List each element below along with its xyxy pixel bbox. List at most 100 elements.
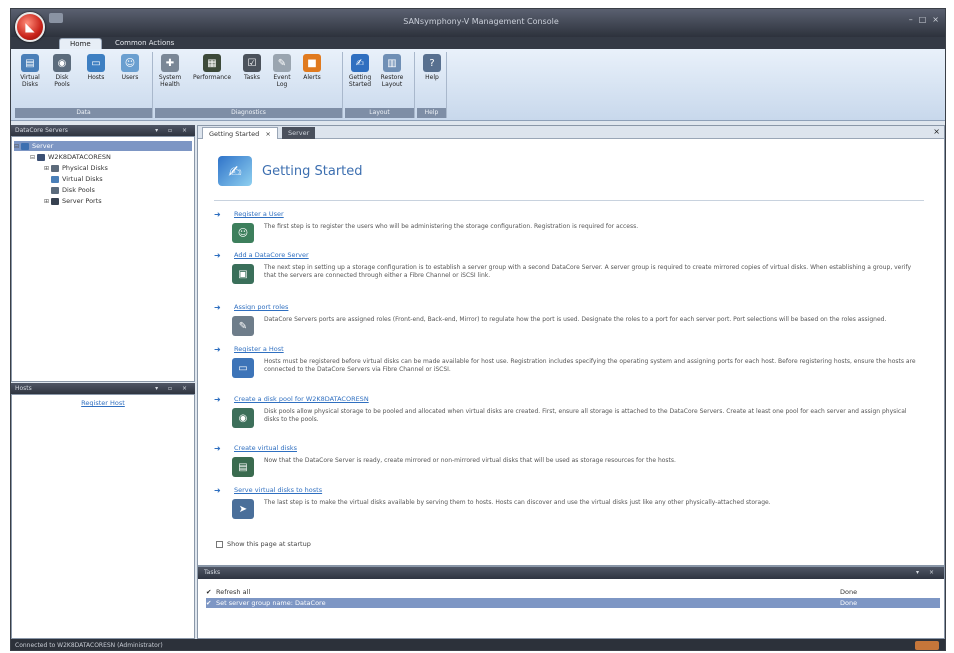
- step-link[interactable]: Create virtual disks: [234, 444, 297, 452]
- show-at-startup-checkbox[interactable]: [216, 540, 223, 548]
- tree-item-label: Server Ports: [62, 197, 102, 205]
- tree-item-label: W2K8DATACORESN: [48, 153, 111, 161]
- tree-item-label: Server: [32, 142, 54, 150]
- tasks-panel-header: Tasks ▾ ×: [198, 567, 944, 579]
- event-log-button[interactable]: ✎ Event Log: [271, 54, 293, 88]
- ribbon-group-label: Data: [15, 108, 152, 118]
- close-document-icon[interactable]: ×: [933, 127, 940, 136]
- ribbon-group-label: Layout: [345, 108, 414, 118]
- minimize-icon[interactable]: –: [909, 15, 913, 24]
- ribbon-group-label: Help: [417, 108, 446, 118]
- collapse-icon[interactable]: ⊟: [14, 143, 21, 150]
- expand-icon[interactable]: ⊞: [44, 165, 51, 172]
- disk-pools-button[interactable]: ◉ Disk Pools: [51, 54, 73, 88]
- step-link[interactable]: Add a DataCore Server: [234, 251, 309, 259]
- checkmark-icon: ✔: [206, 588, 212, 596]
- tab-getting-started[interactable]: Getting Started ×: [202, 127, 278, 139]
- hosts-pane: Register Host: [11, 394, 195, 639]
- disk-pool-icon: ◉: [53, 54, 71, 72]
- step-description: Disk pools allow physical storage to be …: [264, 408, 907, 423]
- step-link[interactable]: Assign port roles: [234, 303, 288, 311]
- server-group-icon: [21, 142, 29, 150]
- step-serve-virtual-disks: ➜ Serve virtual disks to hosts ➤ The las…: [214, 486, 920, 530]
- ribbon-group-help: ? Help Help: [417, 52, 447, 118]
- register-host-icon: ▭: [232, 358, 254, 378]
- maximize-icon[interactable]: □: [919, 15, 927, 24]
- tree-item-server-group[interactable]: ⊟ Server: [14, 141, 192, 151]
- system-health-button[interactable]: ✚ System Health: [159, 54, 181, 88]
- close-icon[interactable]: ×: [932, 15, 939, 24]
- status-bar: Connected to W2K8DATACORESN (Administrat…: [11, 639, 945, 650]
- tasks-button[interactable]: ☑ Tasks: [241, 54, 263, 81]
- tree-item-server-ports[interactable]: ⊞ Server Ports: [44, 196, 102, 206]
- virtual-disks-button[interactable]: ▤ Virtual Disks: [19, 54, 41, 88]
- ribbon-group-layout: ✍ Getting Started ▥ Restore Layout Layou…: [345, 52, 415, 118]
- close-tab-icon[interactable]: ×: [265, 130, 270, 138]
- tree-item-disk-pools[interactable]: Disk Pools: [51, 185, 95, 195]
- register-user-icon: ☺: [232, 223, 254, 243]
- step-description: The next step in setting up a storage co…: [264, 264, 912, 279]
- table-row[interactable]: ✔ Refresh all Done: [206, 587, 940, 597]
- alerts-icon: ■: [303, 54, 321, 72]
- event-log-icon: ✎: [273, 54, 291, 72]
- arrow-icon: ➜: [214, 444, 221, 453]
- step-description: Hosts must be registered before virtual …: [264, 358, 916, 373]
- serve-disks-icon: ➤: [232, 499, 254, 519]
- users-button[interactable]: ☺ Users: [119, 54, 141, 81]
- arrow-icon: ➜: [214, 251, 221, 260]
- step-link[interactable]: Serve virtual disks to hosts: [234, 486, 322, 494]
- table-row[interactable]: ✔ Set server group name: DataCore Done: [206, 598, 940, 608]
- task-name: Refresh all: [216, 588, 251, 596]
- collapse-icon[interactable]: ⊟: [30, 154, 37, 161]
- step-description: Now that the DataCore Server is ready, c…: [264, 457, 676, 464]
- servers-pane-title: DataCore Servers: [15, 127, 68, 134]
- tab-server[interactable]: Server: [282, 127, 316, 139]
- host-icon: ▭: [87, 54, 105, 72]
- step-link[interactable]: Register a User: [234, 210, 284, 218]
- application-menu-button[interactable]: ◣: [15, 12, 45, 42]
- hosts-button[interactable]: ▭ Hosts: [85, 54, 107, 81]
- step-register-host: ➜ Register a Host ▭ Hosts must be regist…: [214, 345, 920, 389]
- expand-icon[interactable]: ⊞: [44, 198, 51, 205]
- restore-layout-icon: ▥: [383, 54, 401, 72]
- task-name: Set server group name: DataCore: [216, 599, 326, 607]
- restore-layout-button[interactable]: ▥ Restore Layout: [381, 54, 403, 88]
- quick-access-toolbar[interactable]: [49, 13, 63, 23]
- ribbon-group-label: Diagnostics: [155, 108, 342, 118]
- pane-controls-icon[interactable]: ▾ ▫ ×: [155, 125, 191, 136]
- app-logo-icon: ◣: [25, 20, 35, 34]
- tree-item-server[interactable]: ⊟ W2K8DATACORESN: [30, 152, 111, 162]
- tree-item-label: Disk Pools: [62, 186, 95, 194]
- divider: [214, 200, 924, 201]
- show-at-startup-option[interactable]: Show this page at startup: [216, 540, 311, 548]
- pane-controls-icon[interactable]: ▾ ×: [916, 567, 938, 579]
- ribbon: ▤ Virtual Disks ◉ Disk Pools ▭ Hosts ☺ U…: [11, 49, 945, 121]
- server-icon: [37, 153, 45, 161]
- document-area: Getting Started × Server × ✍ Getting Sta…: [197, 125, 945, 566]
- step-link[interactable]: Create a disk pool for W2K8DATACORESN: [234, 395, 369, 403]
- step-link[interactable]: Register a Host: [234, 345, 284, 353]
- tree-item-virtual-disks[interactable]: Virtual Disks: [51, 174, 103, 184]
- tasks-icon: ☑: [243, 54, 261, 72]
- health-icon: ✚: [161, 54, 179, 72]
- pane-controls-icon[interactable]: ▾ ▫ ×: [155, 383, 191, 394]
- step-description: The last step is to make the virtual dis…: [264, 499, 771, 506]
- physical-disk-icon: [51, 164, 59, 172]
- create-pool-icon: ◉: [232, 408, 254, 428]
- performance-button[interactable]: ▦ Performance: [193, 54, 231, 81]
- tab-label: Getting Started: [209, 130, 260, 138]
- show-at-startup-label: Show this page at startup: [227, 540, 311, 548]
- step-register-user: ➜ Register a User ☺ The first step is to…: [214, 210, 920, 254]
- port-roles-icon: ✎: [232, 316, 254, 336]
- alerts-button[interactable]: ■ Alerts: [301, 54, 323, 81]
- hosts-pane-header: Hosts ▾ ▫ ×: [11, 383, 195, 394]
- task-status: Done: [840, 588, 858, 596]
- window-title: SANsymphony-V Management Console: [403, 17, 559, 26]
- arrow-icon: ➜: [214, 345, 221, 354]
- step-add-server: ➜ Add a DataCore Server ▣ The next step …: [214, 251, 920, 295]
- tree-item-physical-disks[interactable]: ⊞ Physical Disks: [44, 163, 108, 173]
- getting-started-button[interactable]: ✍ Getting Started: [349, 54, 371, 88]
- arrow-icon: ➜: [214, 395, 221, 404]
- register-host-link[interactable]: Register Host: [12, 399, 194, 407]
- help-button[interactable]: ? Help: [421, 54, 443, 81]
